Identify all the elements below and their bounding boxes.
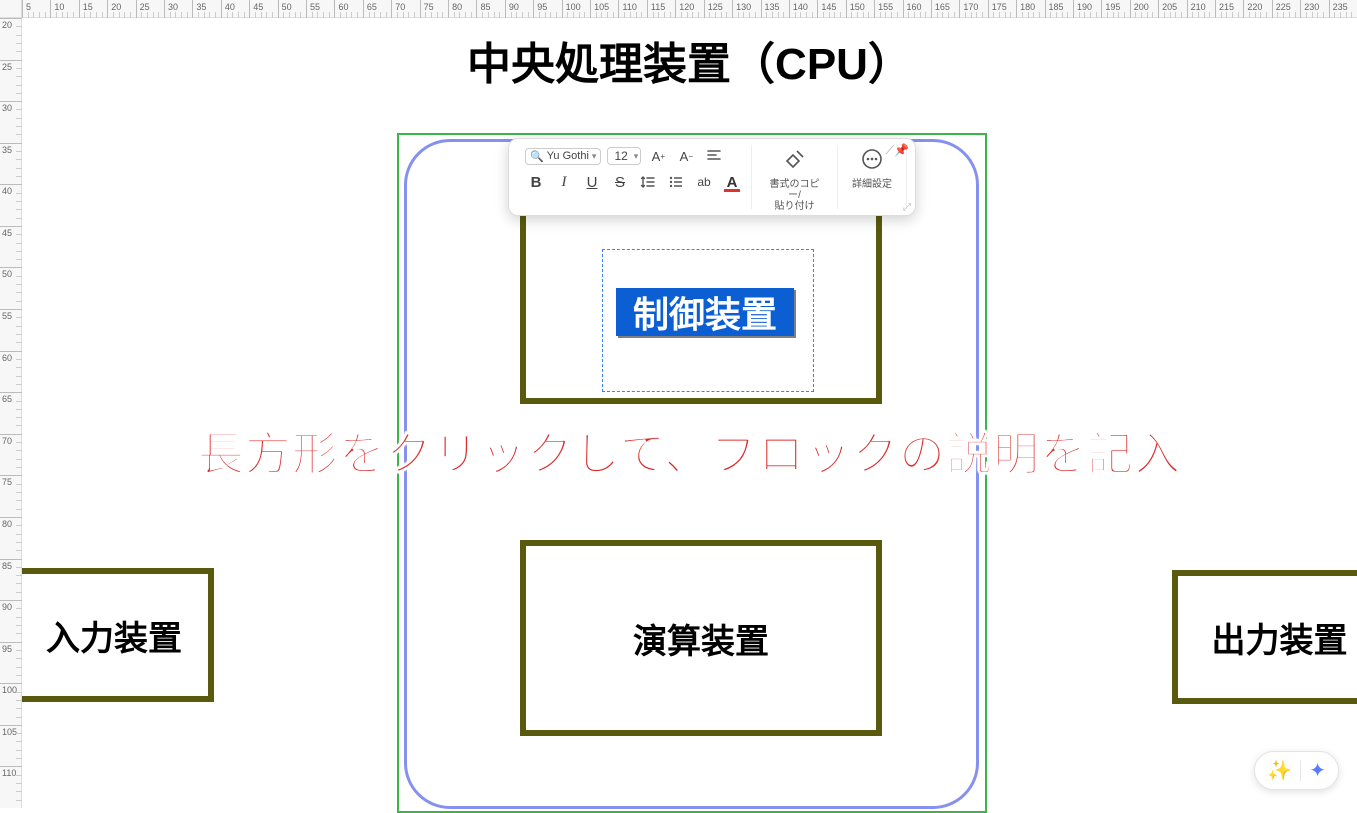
chevron-down-icon: ▾ bbox=[592, 151, 597, 162]
expand-icon[interactable]: ⤢ bbox=[903, 202, 911, 213]
pin-icon[interactable]: ⟋📌 bbox=[886, 143, 909, 158]
ai-star-icon[interactable]: ✦ bbox=[1309, 758, 1326, 783]
input-device-label: 入力装置 bbox=[46, 611, 182, 660]
strikethrough-button[interactable]: S bbox=[609, 171, 631, 193]
chevron-down-icon: ▾ bbox=[634, 151, 639, 162]
italic-button[interactable]: I bbox=[553, 171, 575, 193]
page-title[interactable]: 中央処理装置（CPU） bbox=[22, 28, 1357, 92]
align-button[interactable] bbox=[703, 145, 725, 167]
input-device-block[interactable]: 入力装置 bbox=[14, 568, 214, 702]
output-device-block[interactable]: 出力装置 bbox=[1172, 570, 1357, 704]
line-spacing-icon bbox=[640, 174, 656, 190]
line-spacing-button[interactable] bbox=[637, 171, 659, 193]
align-left-icon bbox=[706, 148, 722, 164]
font-color-a: A bbox=[727, 174, 738, 191]
assistant-fab: ✨ ✦ bbox=[1254, 751, 1339, 790]
arithmetic-unit-block[interactable]: 演算装置 bbox=[520, 540, 882, 736]
font-size-select[interactable]: 12 ▾ bbox=[607, 147, 641, 165]
divider bbox=[1300, 761, 1301, 781]
decrease-font-button[interactable]: A− bbox=[675, 145, 697, 167]
ruler-vertical: 2025303540455055606570758085909510010511… bbox=[0, 18, 22, 808]
bullets-icon bbox=[668, 174, 684, 190]
control-unit-label-selected[interactable]: 制御装置 bbox=[616, 288, 794, 336]
instruction-text: 長方形をクリックして、ブロックの説明を記入 bbox=[52, 418, 1327, 484]
formatting-toolbar: ⟋📌 🔍 Yu Gothi ▾ 12 ▾ A+ A− B bbox=[508, 138, 916, 216]
arithmetic-unit-label: 演算装置 bbox=[633, 614, 769, 663]
paintbrush-icon bbox=[783, 147, 807, 177]
underline-button[interactable]: U bbox=[581, 171, 603, 193]
font-family-select[interactable]: 🔍 Yu Gothi ▾ bbox=[525, 148, 601, 165]
font-family-value: Yu Gothi bbox=[547, 150, 589, 162]
drawing-canvas[interactable]: 中央処理装置（CPU） 制御装置 長方形をクリックして、ブロックの説明を記入 演… bbox=[22, 18, 1357, 808]
bold-button[interactable]: B bbox=[525, 171, 547, 193]
ruler-corner bbox=[0, 0, 22, 18]
output-device-label: 出力装置 bbox=[1212, 613, 1348, 662]
ruler-horizontal: 5101520253035404550556065707580859095100… bbox=[22, 0, 1357, 18]
increase-font-button[interactable]: A+ bbox=[647, 145, 669, 167]
ai-sparkle-icon[interactable]: ✨ bbox=[1267, 758, 1292, 783]
superscript-button[interactable]: ab bbox=[693, 171, 715, 193]
more-icon bbox=[860, 147, 884, 177]
search-icon: 🔍 bbox=[530, 150, 544, 163]
bullets-button[interactable] bbox=[665, 171, 687, 193]
font-color-button[interactable]: A bbox=[721, 171, 743, 193]
font-size-value: 12 bbox=[614, 149, 627, 163]
control-unit-label: 制御装置 bbox=[633, 286, 777, 338]
more-options-label: 詳細設定 bbox=[852, 179, 892, 190]
format-painter-label: 書式のコピー/ 貼り付け bbox=[766, 179, 823, 212]
format-painter-button[interactable]: 書式のコピー/ 貼り付け bbox=[760, 145, 829, 214]
font-color-swatch bbox=[724, 189, 740, 192]
